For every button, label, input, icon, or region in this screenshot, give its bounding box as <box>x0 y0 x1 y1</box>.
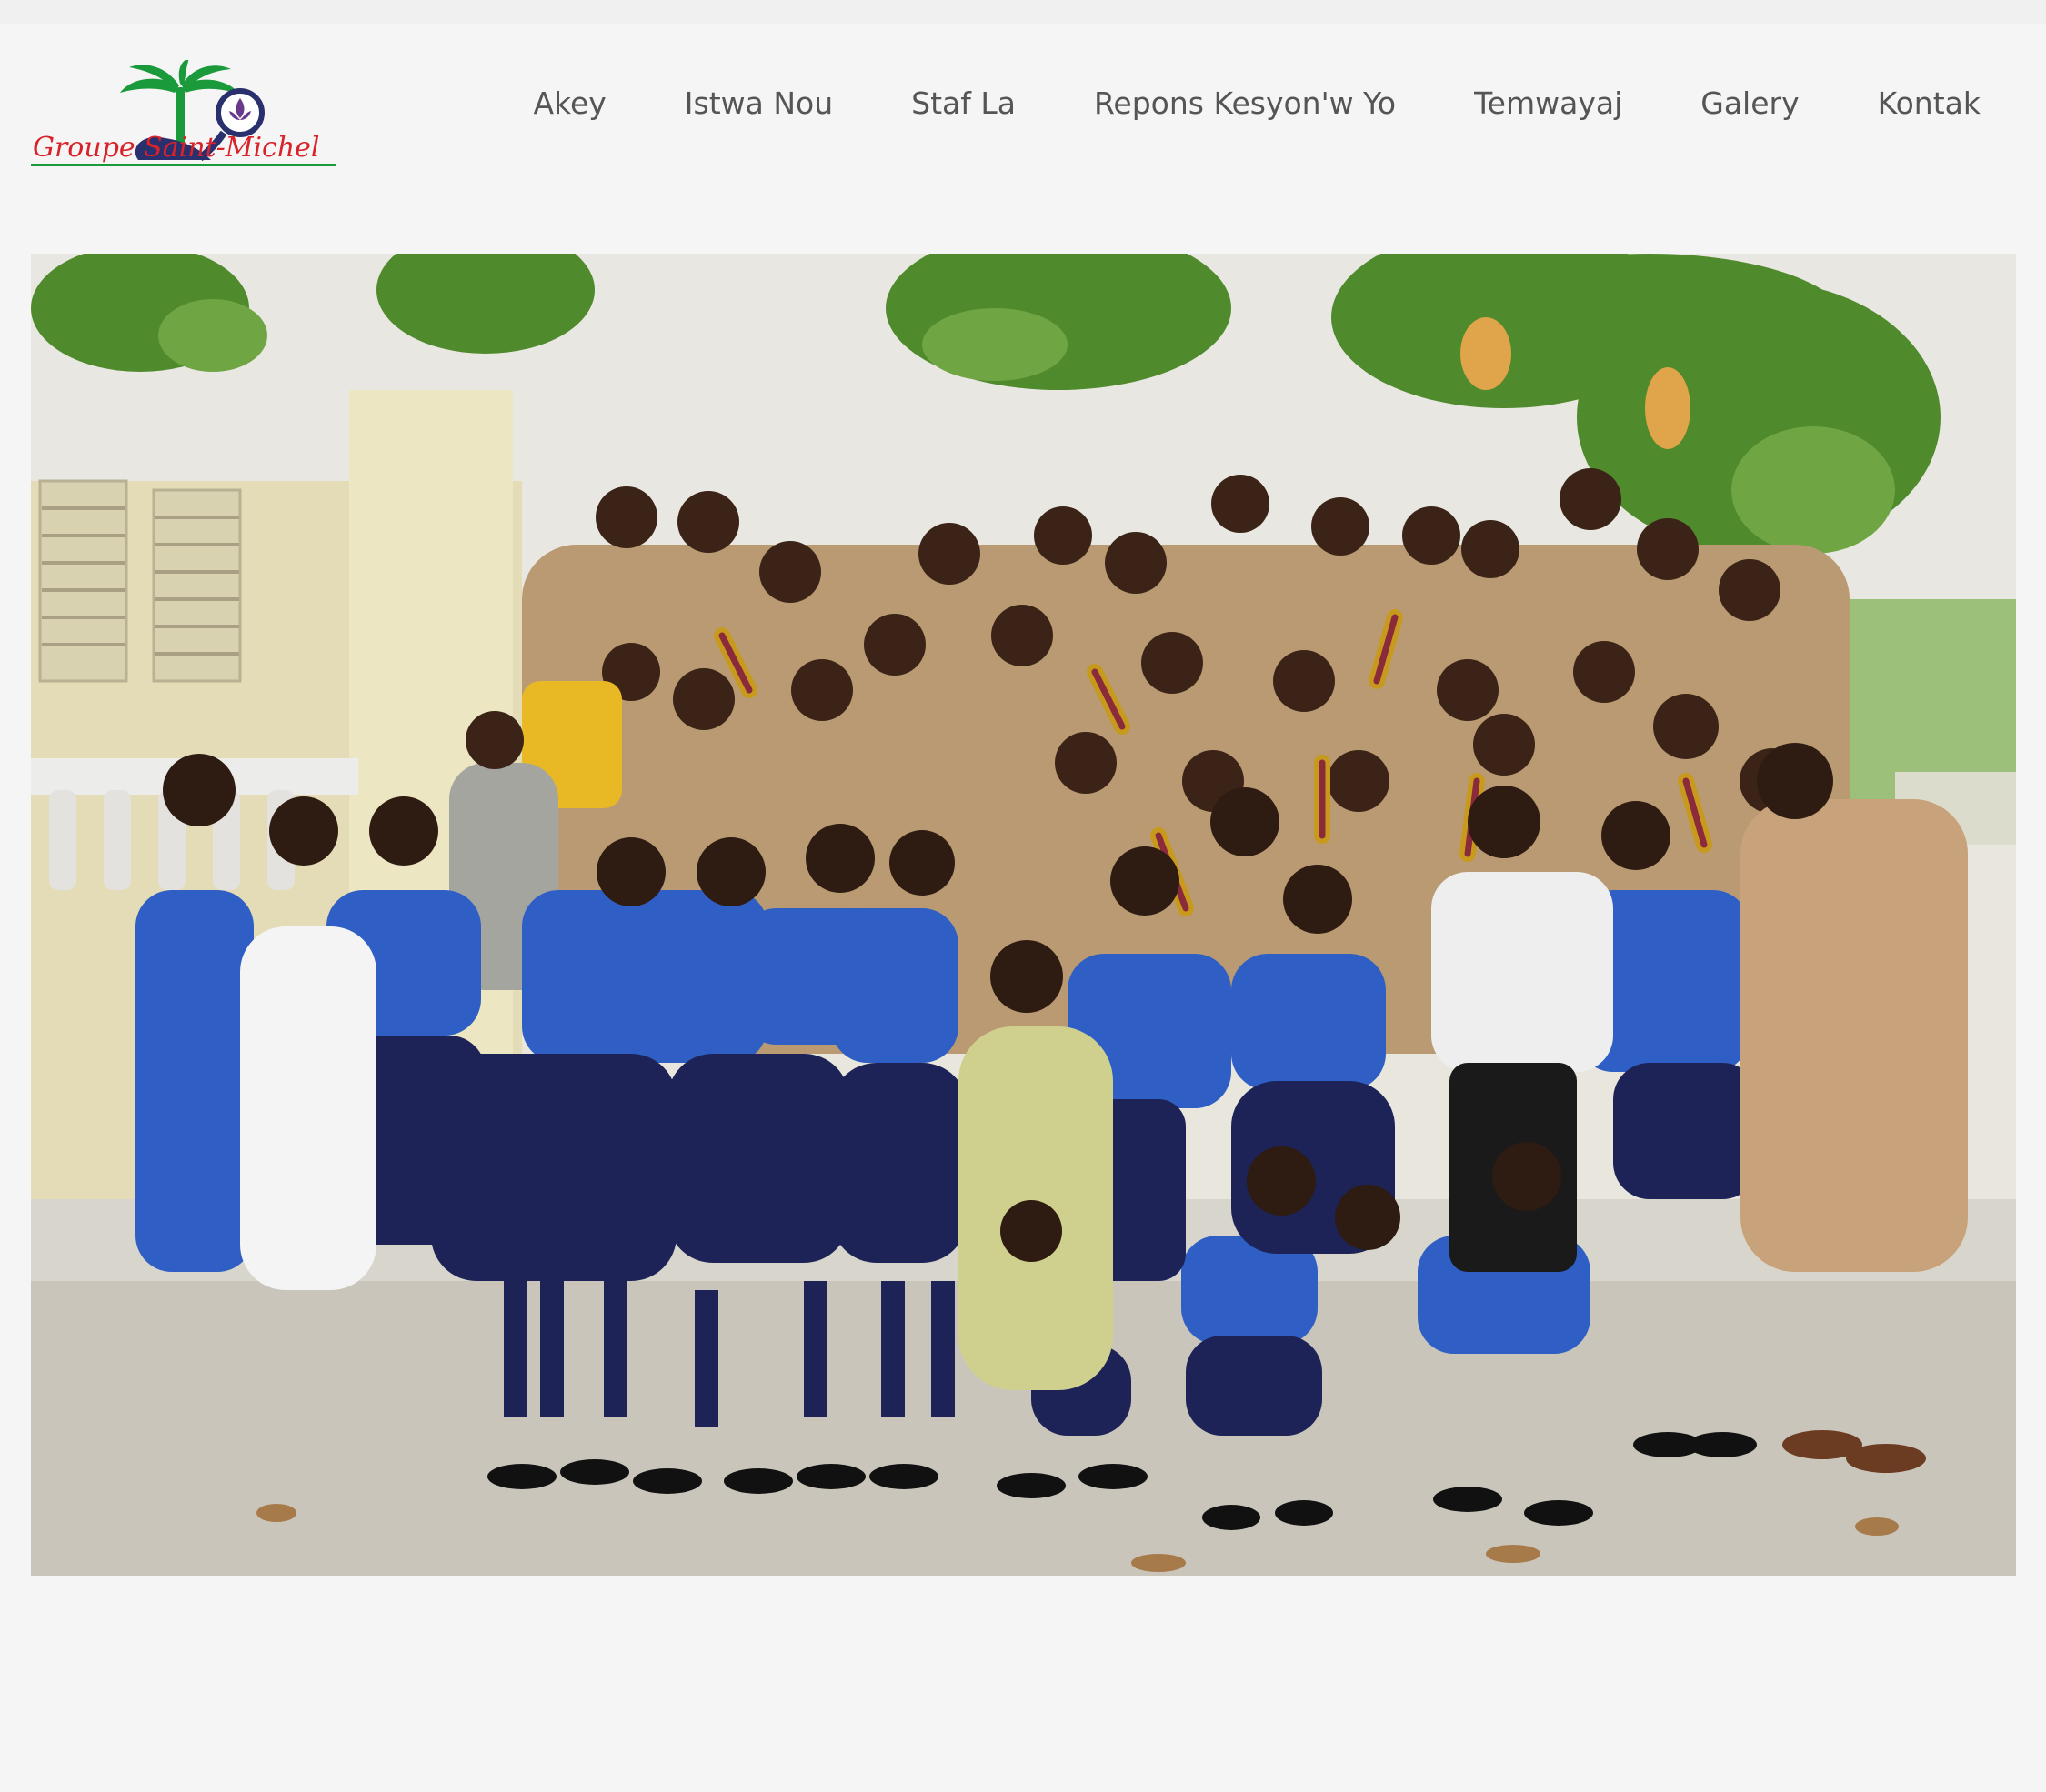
group-photo-scouts <box>31 254 2016 1576</box>
page: Groupe Saint-Michel Akey Istwa Nou Staf … <box>0 0 2046 1792</box>
main-nav: Akey Istwa Nou Staf La Repons Kesyon'w Y… <box>455 85 1981 121</box>
page-footer-space <box>0 1576 2046 1792</box>
site-header: Groupe Saint-Michel Akey Istwa Nou Staf … <box>0 24 2046 233</box>
site-logo-link[interactable]: Groupe Saint-Michel <box>29 60 338 178</box>
palm-tree-fleur-de-lis-logo: Groupe Saint-Michel <box>31 60 336 166</box>
nav-item-repons-kesyon[interactable]: Repons Kesyon'w Yo <box>1094 85 1396 121</box>
logo-text: Groupe Saint-Michel <box>33 132 320 164</box>
nav-item-istwa-nou[interactable]: Istwa Nou <box>685 85 833 121</box>
nav-item-kontak[interactable]: Kontak <box>1878 85 1981 121</box>
top-strip <box>0 0 2046 24</box>
nav-item-akey[interactable]: Akey <box>533 85 606 121</box>
nav-item-temwayaj[interactable]: Temwayaj <box>1474 85 1622 121</box>
hero-image <box>31 254 2016 1576</box>
nav-item-staf-la[interactable]: Staf La <box>911 85 1016 121</box>
nav-item-galery[interactable]: Galery <box>1700 85 1799 121</box>
